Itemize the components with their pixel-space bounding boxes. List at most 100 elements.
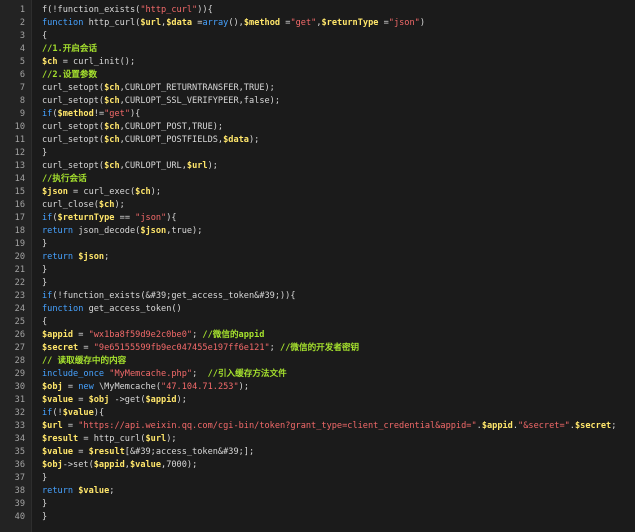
code-token: $value (78, 486, 110, 496)
code-token: = (73, 395, 89, 405)
code-token: ; (104, 252, 110, 262)
line-number: 5 (19, 57, 25, 67)
code-line[interactable]: if(!$value){ (42, 407, 635, 420)
code-token: "https://api.weixin.qq.com/cgi-bin/token… (78, 421, 477, 431)
code-token: //1.开启会话 (42, 44, 98, 54)
code-line[interactable]: } (42, 147, 635, 160)
code-line[interactable]: } (42, 277, 635, 290)
code-token: ){ (93, 408, 105, 418)
code-token: ; (192, 369, 208, 379)
code-line[interactable]: $obj->set($appid,$value,7000); (42, 459, 635, 472)
code-token: ); (238, 382, 249, 392)
code-token: = (280, 18, 291, 28)
code-token: function (42, 18, 84, 28)
code-token: new (78, 382, 94, 392)
line-number: 11 (14, 135, 25, 145)
line-number: 32 (14, 408, 25, 418)
code-token: ,CURLOPT_RETURNTRANSFER,TRUE); (119, 83, 275, 93)
code-token: ->set( (62, 460, 94, 470)
code-token: $secret (574, 421, 612, 431)
code-line[interactable]: return $json; (42, 251, 635, 264)
code-line[interactable]: curl_setopt($ch,CURLOPT_SSL_VERIFYPEER,f… (42, 95, 635, 108)
code-line[interactable]: $url = "https://api.weixin.qq.com/cgi-bi… (42, 420, 635, 433)
code-line[interactable]: } (42, 264, 635, 277)
code-line[interactable]: if($returnType == "json"){ (42, 212, 635, 225)
code-line[interactable]: include_once "MyMemcache.php"; //引入缓存方法文… (42, 368, 635, 381)
code-token: function (42, 304, 84, 314)
code-line[interactable]: curl_setopt($ch,CURLOPT_URL,$url); (42, 160, 635, 173)
code-token: $returnType (57, 213, 115, 223)
code-token: $method (57, 109, 94, 119)
code-line[interactable]: if(!function_exists(&#39;get_access_toke… (42, 290, 635, 303)
code-token: $url (186, 161, 208, 171)
code-token: "9e65155599fb9ec047455e197ff6e121" (93, 343, 270, 353)
line-number: 3 (19, 31, 25, 41)
line-number: 29 (14, 369, 25, 379)
code-line[interactable]: curl_setopt($ch,CURLOPT_POSTFIELDS,$data… (42, 134, 635, 147)
line-number: 33 (14, 421, 25, 431)
code-token: } (42, 499, 48, 509)
code-token: } (42, 512, 48, 522)
code-line[interactable]: if($method!="get"){ (42, 108, 635, 121)
code-token: "47.104.71.253" (161, 382, 239, 392)
code-token: [&#39;access_token&#39;]; (124, 447, 255, 457)
code-line[interactable]: curl_setopt($ch,CURLOPT_POST,TRUE); (42, 121, 635, 134)
code-line[interactable]: $obj = new \MyMemcache("47.104.71.253"); (42, 381, 635, 394)
code-line[interactable]: f(!function_exists("http_curl")){ (42, 4, 635, 17)
code-line[interactable]: curl_close($ch); (42, 199, 635, 212)
line-number: 30 (14, 382, 25, 392)
code-line[interactable]: $appid = "wx1ba8f59d9e2c0be0"; //微信的appi… (42, 329, 635, 342)
code-line[interactable]: $json = curl_exec($ch); (42, 186, 635, 199)
line-number: 1 (19, 5, 25, 15)
code-token: if (42, 291, 53, 301)
code-line[interactable]: $value = $obj ->get($appid); (42, 394, 635, 407)
code-line[interactable]: $secret = "9e65155599fb9ec047455e197ff6e… (42, 342, 635, 355)
code-line[interactable]: function get_access_token() (42, 303, 635, 316)
code-token: } (42, 148, 48, 158)
code-token: ,true); (166, 226, 203, 236)
code-token: ; (109, 486, 115, 496)
code-area[interactable]: f(!function_exists("http_curl")){functio… (32, 0, 635, 532)
code-token: = (192, 18, 203, 28)
code-token: ,CURLOPT_POSTFIELDS, (119, 135, 224, 145)
code-token: = (73, 330, 89, 340)
line-number: 37 (14, 473, 25, 483)
code-line[interactable]: curl_setopt($ch,CURLOPT_RETURNTRANSFER,T… (42, 82, 635, 95)
code-token: = (62, 382, 79, 392)
code-line[interactable]: { (42, 316, 635, 329)
code-token: (!function_exists(&#39;get_access_token&… (52, 291, 296, 301)
code-line[interactable]: function http_curl($url,$data =array(),$… (42, 17, 635, 30)
code-line[interactable]: { (42, 30, 635, 43)
code-line[interactable]: // 读取缓存中的内容 (42, 355, 635, 368)
code-line[interactable]: } (42, 498, 635, 511)
code-line[interactable]: return $value; (42, 485, 635, 498)
code-line[interactable]: $result = http_curl($url); (42, 433, 635, 446)
code-token: ,CURLOPT_POST,TRUE); (119, 122, 224, 132)
code-line[interactable]: return json_decode($json,true); (42, 225, 635, 238)
code-token: $ch (104, 135, 120, 145)
code-line[interactable]: //2.设置参数 (42, 69, 635, 82)
line-number: 38 (14, 486, 25, 496)
code-token: if (42, 213, 53, 223)
code-token: { (42, 31, 48, 41)
code-line[interactable]: $ch = curl_init(); (42, 56, 635, 69)
code-line[interactable]: $value = $result[&#39;access_token&#39;]… (42, 446, 635, 459)
code-editor[interactable]: 1 2 3 4 5 6 7 8 9 10 11 12 13 14 15 16 17 18 19 20 21 22 23 24 2… (0, 0, 635, 532)
code-token: ,7000); (161, 460, 198, 470)
code-line[interactable]: //1.开启会话 (42, 43, 635, 56)
line-number: 13 (14, 161, 25, 171)
code-token: "wx1ba8f59d9e2c0be0" (88, 330, 193, 340)
line-number: 23 (14, 291, 25, 301)
code-token: ); (207, 161, 218, 171)
code-token: $ch (135, 187, 151, 197)
line-number: 40 (14, 512, 25, 522)
line-number: 22 (14, 278, 25, 288)
code-line[interactable]: //执行会话 (42, 173, 635, 186)
code-line[interactable]: } (42, 511, 635, 524)
code-token: $appid (481, 421, 513, 431)
code-token: ) (419, 18, 426, 28)
code-token: ); (114, 200, 125, 210)
code-line[interactable]: } (42, 238, 635, 251)
code-line[interactable]: } (42, 472, 635, 485)
line-number: 34 (14, 434, 25, 444)
